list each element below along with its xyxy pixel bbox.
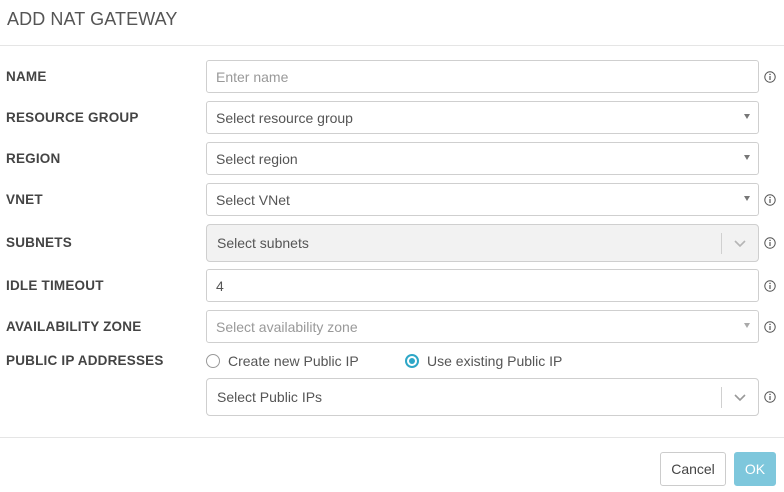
caret-down-icon — [744, 114, 750, 119]
info-icon[interactable] — [764, 391, 776, 403]
name-input[interactable]: Enter name — [206, 60, 759, 93]
name-placeholder: Enter name — [216, 69, 289, 85]
subnets-placeholder: Select subnets — [217, 235, 309, 251]
ok-button[interactable]: OK — [734, 452, 776, 486]
cancel-button[interactable]: Cancel — [660, 452, 726, 486]
footer-divider — [0, 437, 784, 438]
public-ip-label: PUBLIC IP ADDRESSES — [6, 353, 164, 368]
chevron-down-icon[interactable] — [731, 234, 749, 252]
resource-group-label: RESOURCE GROUP — [6, 110, 139, 125]
name-label: NAME — [6, 69, 47, 84]
radio-existing-label: Use existing Public IP — [427, 353, 563, 369]
info-icon[interactable] — [764, 237, 776, 249]
radio-create-label: Create new Public IP — [228, 353, 359, 369]
region-label: REGION — [6, 151, 61, 166]
subnets-label: SUBNETS — [6, 235, 72, 250]
info-icon[interactable] — [764, 280, 776, 292]
idle-timeout-label: IDLE TIMEOUT — [6, 278, 104, 293]
info-icon[interactable] — [764, 194, 776, 206]
chevron-down-icon[interactable] — [731, 388, 749, 406]
caret-down-icon — [744, 323, 750, 328]
caret-down-icon — [744, 196, 750, 201]
region-select[interactable]: Select region — [206, 142, 759, 175]
info-icon[interactable] — [764, 321, 776, 333]
resource-group-select[interactable]: Select resource group — [206, 101, 759, 134]
caret-down-icon — [744, 155, 750, 160]
availability-zone-label: AVAILABILITY ZONE — [6, 319, 142, 334]
radio-create-public-ip[interactable]: Create new Public IP — [206, 353, 359, 369]
availability-zone-placeholder: Select availability zone — [216, 319, 358, 335]
vnet-placeholder: Select VNet — [216, 192, 290, 208]
radio-button[interactable] — [206, 354, 220, 368]
select-separator — [721, 233, 722, 254]
dialog-header: ADD NAT GATEWAY — [0, 0, 784, 46]
radio-use-existing-public-ip[interactable]: Use existing Public IP — [405, 353, 562, 369]
public-ips-select[interactable]: Select Public IPs — [206, 378, 759, 416]
region-placeholder: Select region — [216, 151, 298, 167]
subnets-select[interactable]: Select subnets — [206, 224, 759, 262]
resource-group-placeholder: Select resource group — [216, 110, 353, 126]
dialog-title: ADD NAT GATEWAY — [7, 9, 178, 29]
radio-button-selected[interactable] — [405, 354, 419, 368]
vnet-label: VNET — [6, 192, 43, 207]
availability-zone-select[interactable]: Select availability zone — [206, 310, 759, 343]
select-separator — [721, 387, 722, 408]
idle-timeout-value: 4 — [216, 278, 224, 294]
vnet-select[interactable]: Select VNet — [206, 183, 759, 216]
info-icon[interactable] — [764, 71, 776, 83]
public-ips-placeholder: Select Public IPs — [217, 389, 323, 405]
idle-timeout-input[interactable]: 4 — [206, 269, 759, 302]
